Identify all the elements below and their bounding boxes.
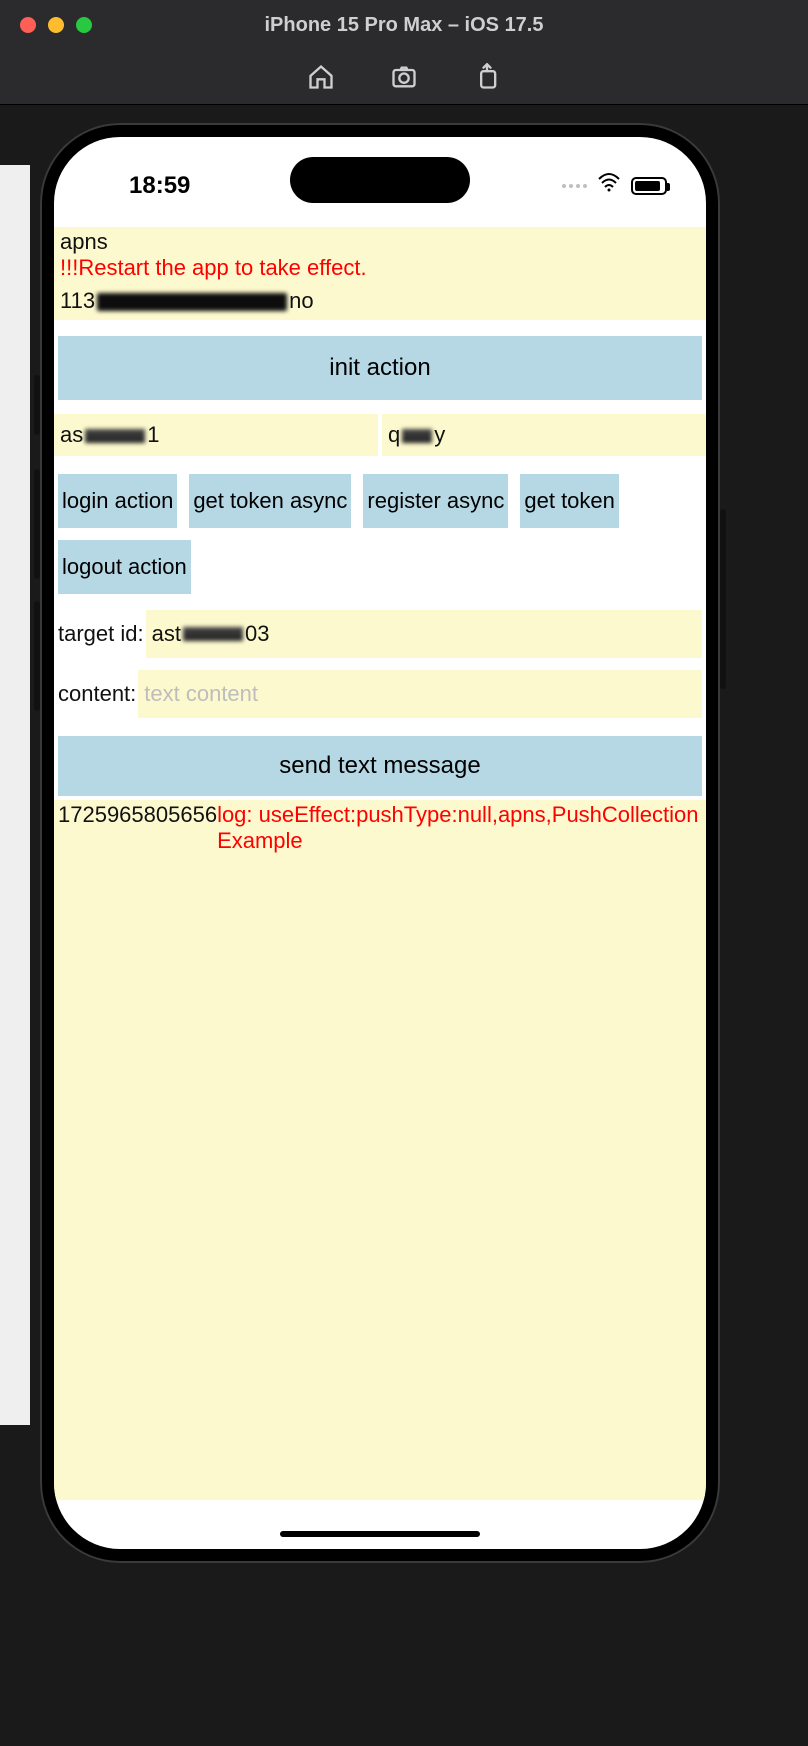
close-window-button[interactable] [20,17,36,33]
password-input[interactable]: qy [382,414,706,456]
get-token-async-button[interactable]: get token async [189,474,351,528]
push-type-row: apns !!!Restart the app to take effect. [54,227,706,282]
status-icons [562,171,667,202]
username-prefix: as [60,422,83,447]
login-action-button[interactable]: login action [58,474,177,528]
password-suffix: y [434,422,445,447]
target-id-suffix: 03 [245,621,269,647]
username-suffix: 1 [147,422,159,447]
content-input[interactable]: text content [138,670,702,718]
app-content: apns !!!Restart the app to take effect. … [54,227,706,1549]
push-type-value: apns [60,229,700,255]
side-button[interactable] [720,509,726,689]
log-entry: 1725965805656 log: useEffect:pushType:nu… [58,802,702,855]
redacted-username [85,429,145,443]
background-panel [0,165,30,1425]
password-prefix: q [388,422,400,447]
register-async-button[interactable]: register async [363,474,508,528]
content-label: content: [58,681,138,707]
log-area: 1725965805656 log: useEffect:pushType:nu… [54,800,706,1500]
device-frame: 18:59 apns !!!Restart the app to take ef… [40,123,720,1563]
app-key-row: 113 no [54,282,706,320]
app-key-suffix: no [289,288,313,313]
send-text-message-button[interactable]: send text message [58,736,702,796]
restart-warning: !!!Restart the app to take effect. [60,255,700,281]
rotate-icon[interactable] [473,63,501,91]
simulator-toolbar [0,50,808,105]
init-action-button[interactable]: init action [58,336,702,400]
device-screen: 18:59 apns !!!Restart the app to take ef… [54,137,706,1549]
get-token-button[interactable]: get token [520,474,619,528]
status-time: 18:59 [129,172,190,200]
action-buttons-row: login action get token async register as… [54,456,706,598]
home-indicator[interactable] [280,1531,480,1537]
screenshot-icon[interactable] [390,63,418,91]
target-id-prefix: ast [152,621,181,647]
simulator-titlebar: iPhone 15 Pro Max – iOS 17.5 [0,0,808,50]
logout-action-button[interactable]: logout action [58,540,191,594]
target-id-row: target id: ast 03 [54,598,706,658]
window-controls [0,17,92,33]
content-row: content: text content [54,658,706,718]
app-key-prefix: 113 [60,288,95,313]
log-text: log: useEffect:pushType:null,apns,PushCo… [217,802,702,855]
wifi-icon [597,171,621,202]
dynamic-island [290,157,470,203]
redacted-password [402,429,432,443]
redacted-app-key [97,293,287,311]
log-timestamp: 1725965805656 [58,802,217,828]
content-placeholder: text content [144,681,258,707]
target-id-label: target id: [58,621,146,647]
zoom-window-button[interactable] [76,17,92,33]
home-icon[interactable] [307,63,335,91]
battery-icon [631,177,667,195]
redacted-target-id [183,627,243,641]
simulator-title: iPhone 15 Pro Max – iOS 17.5 [0,14,808,37]
target-id-input[interactable]: ast 03 [146,610,702,658]
username-input[interactable]: as 1 [54,414,378,456]
credentials-row: as1 qy [54,414,706,456]
volume-down-button[interactable] [34,601,40,711]
volume-up-button[interactable] [34,469,40,579]
cellular-icon [562,184,587,188]
silent-switch[interactable] [34,375,40,435]
minimize-window-button[interactable] [48,17,64,33]
